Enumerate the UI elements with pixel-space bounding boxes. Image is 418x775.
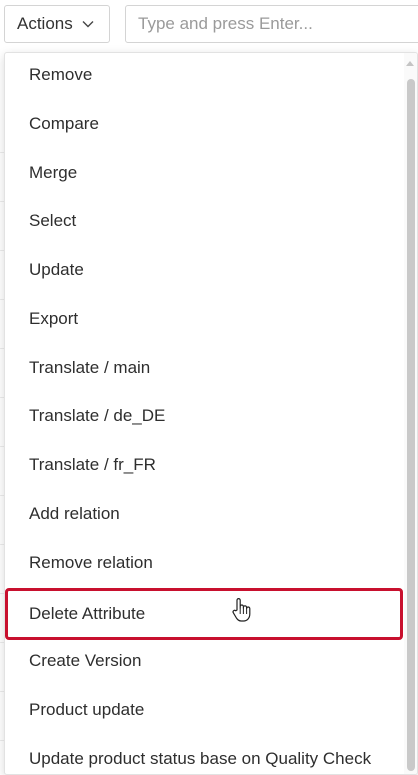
menu-item-create-version[interactable]: Create Version <box>5 639 405 683</box>
menu-item-label: Merge <box>29 163 78 182</box>
menu-item-add-relation[interactable]: Add relation <box>5 492 405 536</box>
menu-item-label: Delete Attribute <box>29 604 146 623</box>
actions-dropdown-menu: Remove Compare Merge Select Update Expor… <box>4 52 418 775</box>
menu-item-label: Remove relation <box>29 553 153 572</box>
menu-item-remove-relation[interactable]: Remove relation <box>5 541 405 585</box>
menu-item-label: Select <box>29 211 77 230</box>
menu-item-product-update[interactable]: Product update <box>5 688 405 732</box>
scroll-up-arrow-icon[interactable] <box>406 61 414 66</box>
search-input[interactable] <box>125 5 418 43</box>
menu-item-merge[interactable]: Merge <box>5 151 405 195</box>
menu-item-label: Update <box>29 260 84 279</box>
menu-item-label: Translate / main <box>29 358 151 377</box>
scrollbar-thumb[interactable] <box>407 79 415 771</box>
menu-item-translate-fr-fr[interactable]: Translate / fr_FR <box>5 443 405 487</box>
menu-item-label: Translate / fr_FR <box>29 455 156 474</box>
actions-button[interactable]: Actions <box>4 5 110 43</box>
menu-item-translate-de-de[interactable]: Translate / de_DE <box>5 394 405 438</box>
hand-pointer-icon <box>231 597 253 623</box>
menu-item-label: Product update <box>29 700 145 719</box>
menu-item-label: Translate / de_DE <box>29 406 166 425</box>
menu-item-label: Update product status base on Quality Ch… <box>29 749 372 768</box>
menu-item-label: Add relation <box>29 504 120 523</box>
menu-item-translate-main[interactable]: Translate / main <box>5 346 405 390</box>
menu-item-label: Create Version <box>29 651 142 670</box>
menu-item-label: Remove <box>29 65 93 84</box>
menu-item-export[interactable]: Export <box>5 297 405 341</box>
menu-item-label: Compare <box>29 114 99 133</box>
menu-item-select[interactable]: Select <box>5 199 405 243</box>
menu-item-update[interactable]: Update <box>5 248 405 292</box>
menu-item-compare[interactable]: Compare <box>5 102 405 146</box>
menu-item-remove[interactable]: Remove <box>5 53 405 97</box>
menu-item-update-product-status-quality-check[interactable]: Update product status base on Quality Ch… <box>5 737 405 774</box>
chevron-down-icon <box>81 17 95 31</box>
menu-item-label: Export <box>29 309 79 328</box>
actions-button-label: Actions <box>17 14 73 33</box>
toolbar: Actions <box>0 0 418 52</box>
menu-scrollbar[interactable] <box>404 53 417 774</box>
menu-item-delete-attribute[interactable]: Delete Attribute <box>5 588 403 640</box>
